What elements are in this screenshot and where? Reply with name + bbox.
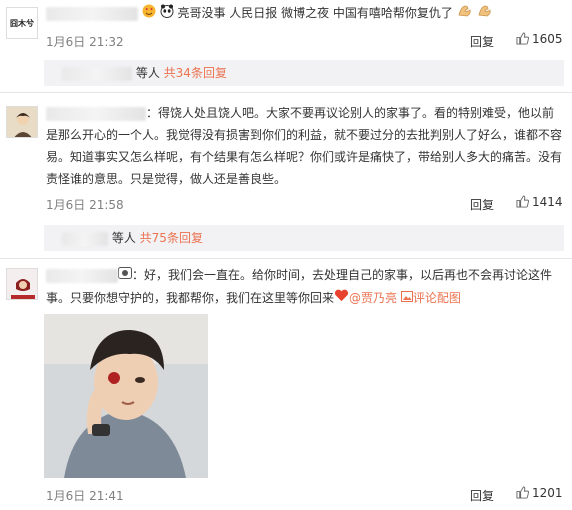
image-icon [400, 287, 413, 309]
panda-emoji-icon [160, 3, 174, 25]
thumbs-up-icon [516, 32, 530, 45]
flex-arm-emoji-icon [477, 2, 493, 25]
comment-text: 亮哥没事 人民日报 微博之夜 中国有嘻哈帮你复仇了 [46, 2, 493, 25]
comment-line: 是那么开心的一个人。我觉得没有损害到你们的利益，就不要过分的去批判别人了好么，谁… [46, 128, 563, 142]
comment-image[interactable] [44, 314, 208, 478]
comment-line: ：得饶人处且饶人吧。大家不要再议论别人的家事了。看的特别难受，他以前 [146, 106, 555, 120]
comment-text: ：好，我们会一直在。给你时间，去处理自己的家事，以后再也不会再讨论这件 事。只要… [46, 264, 566, 309]
username-blurred[interactable] [62, 231, 108, 246]
avatar[interactable] [6, 268, 38, 300]
reply-button[interactable]: 回复 [470, 196, 494, 213]
like-button[interactable]: 1605 [516, 32, 563, 46]
divider [0, 92, 572, 93]
comment-line: 易。知道事实又怎么样呢，有个结果有怎么样呢？你们或许是痛快了，带给别人多大的痛苦… [46, 150, 563, 164]
vip-badge-icon [118, 265, 132, 287]
timestamp: 1月6日 21:58 [46, 198, 124, 212]
timestamp: 1月6日 21:32 [46, 35, 124, 49]
like-button[interactable]: 1414 [516, 195, 563, 209]
sub-replies-prefix: 等人 [111, 231, 136, 245]
username-blurred[interactable] [46, 268, 118, 283]
timestamp: 1月6日 21:41 [46, 489, 124, 503]
sub-replies-prefix: 等人 [135, 66, 160, 80]
comment-text: ：得饶人处且饶人吧。大家不要再议论别人的家事了。看的特别难受，他以前 是那么开心… [46, 102, 566, 190]
sub-replies-bar: 等人 共75条回复 [44, 225, 564, 251]
divider [0, 258, 572, 259]
avatar[interactable] [6, 106, 38, 138]
heart-icon [334, 287, 349, 309]
sub-replies-bar: 等人 共34条回复 [44, 60, 564, 86]
username-blurred[interactable] [62, 66, 132, 81]
reply-button[interactable]: 回复 [470, 487, 494, 504]
avatar-label: 囧木兮 [10, 18, 34, 28]
thumbs-up-icon [516, 195, 530, 208]
avatar[interactable]: 囧木兮 [6, 7, 38, 39]
comment-line: ：好，我们会一直在。给你时间，去处理自己的家事，以后再也不会再讨论这件 [132, 268, 553, 282]
comment-line: 责怪谁的意思。只是觉得，做人还是善良些。 [46, 172, 287, 186]
flex-arm-emoji-icon [457, 2, 473, 25]
like-count: 1414 [532, 195, 563, 209]
comment-image-link[interactable]: 评论配图 [413, 291, 461, 305]
like-count: 1605 [532, 32, 563, 46]
view-replies-link[interactable]: 共34条回复 [164, 66, 227, 80]
thumbs-up-icon [516, 486, 530, 499]
username-blurred[interactable] [46, 6, 138, 21]
like-count: 1201 [532, 486, 563, 500]
username-blurred[interactable] [46, 106, 146, 121]
reply-button[interactable]: 回复 [470, 33, 494, 50]
comment-line: 事。只要你想守护的，我都帮你，我们在这里等你回来 [46, 290, 335, 305]
heart-eyes-emoji-icon [142, 3, 156, 25]
view-replies-link[interactable]: 共75条回复 [140, 231, 203, 245]
comment-body: 亮哥没事 人民日报 微博之夜 中国有嘻哈帮你复仇了 [177, 6, 453, 20]
like-button[interactable]: 1201 [516, 486, 563, 500]
mention-link[interactable]: @贾乃亮 [349, 291, 397, 305]
